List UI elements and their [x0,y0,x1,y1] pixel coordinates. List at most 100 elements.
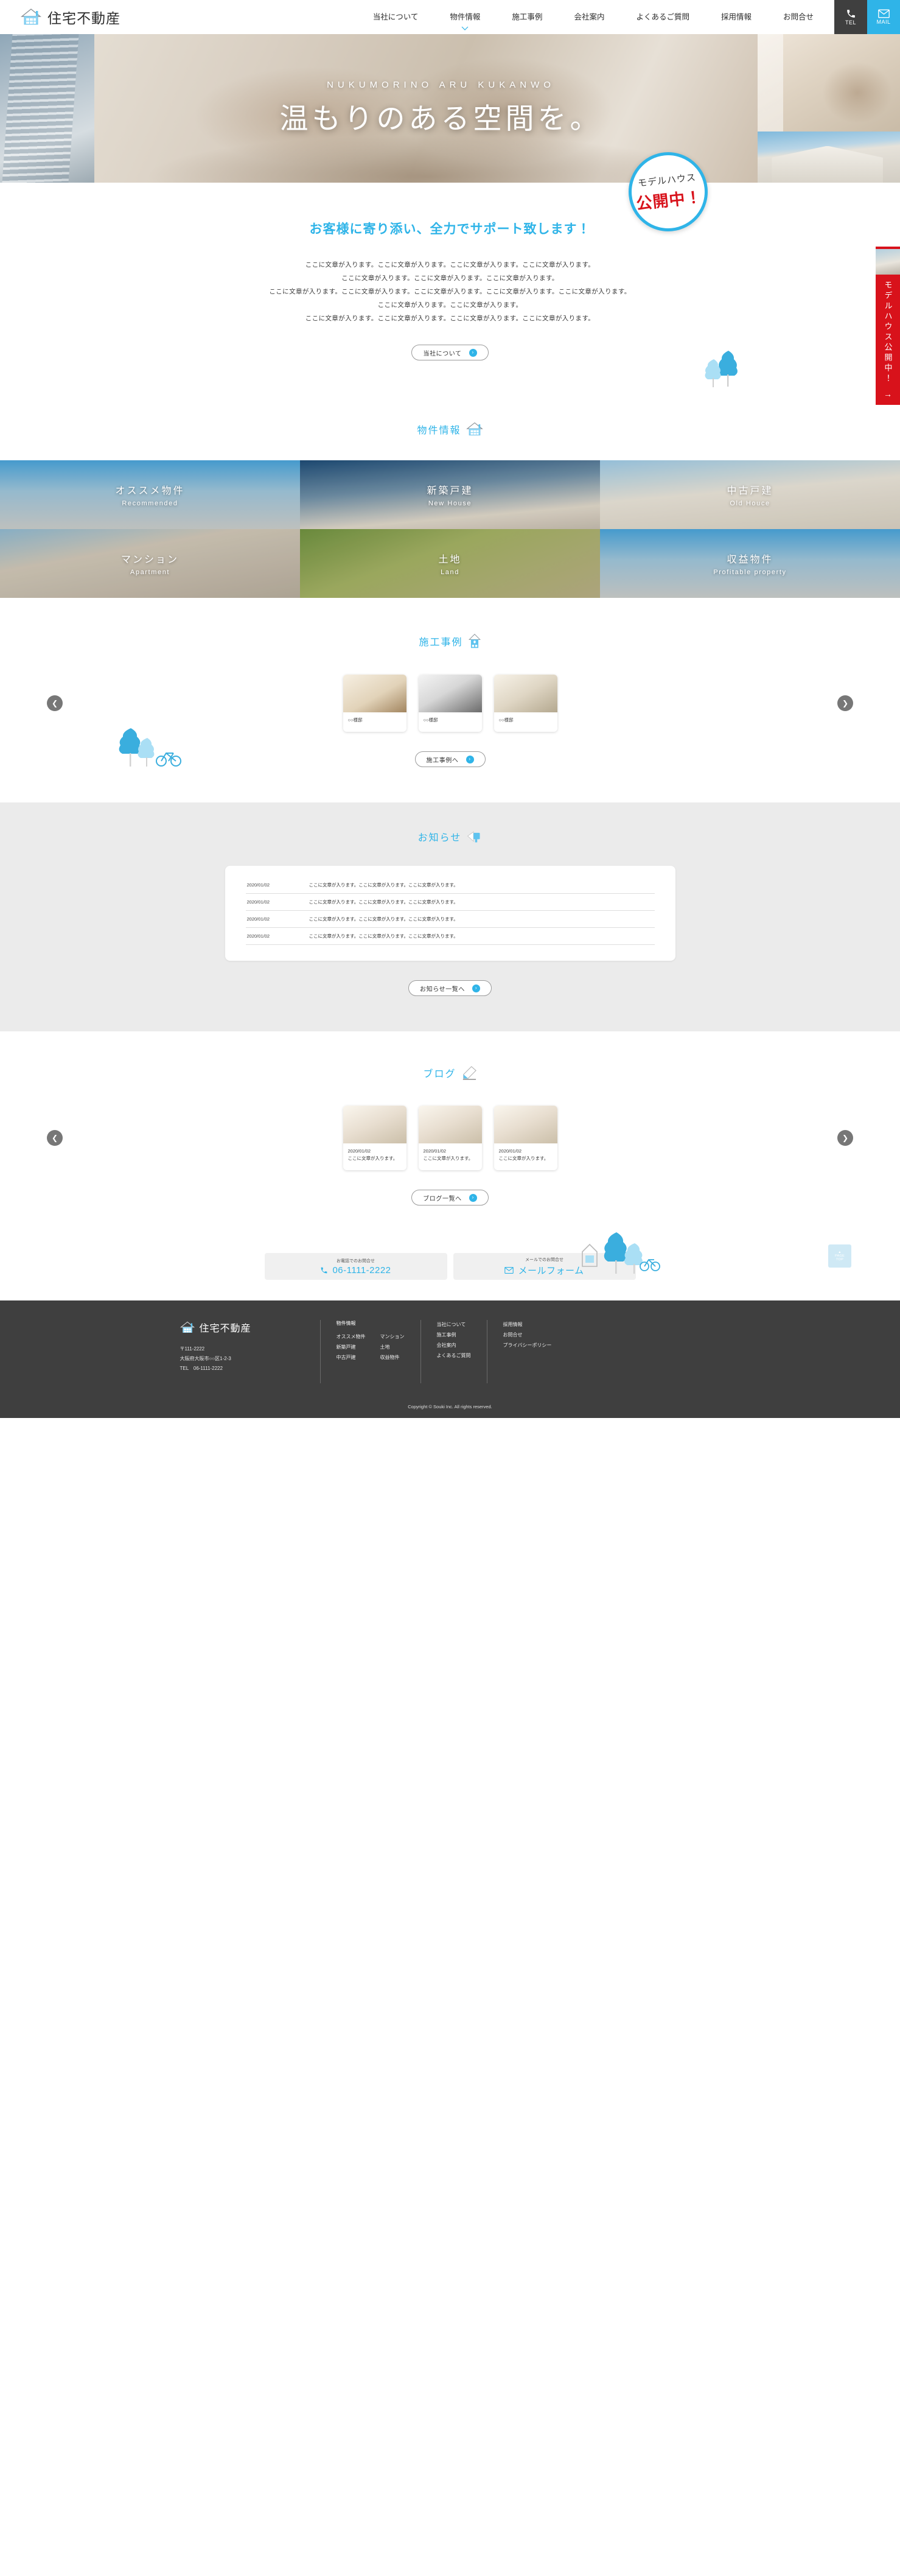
work-card[interactable]: ○○様邸 [418,675,482,732]
property-tile-en: Recommended [122,500,178,508]
footer-brand-name: 住宅不動産 [199,1324,251,1335]
property-tile-en: Old Houce [730,500,770,508]
property-tile-profitable[interactable]: 収益物件 Profitable property [600,529,900,598]
footer-link[interactable]: 施工事例 [437,1330,471,1341]
brand-logo-link[interactable]: 住宅不動産 [0,0,183,34]
nav-item-about[interactable]: 当社について [357,0,434,34]
blog-card[interactable]: 2020/01/02 ここに文章が入ります。 [418,1106,482,1171]
intro-paragraph: ここに文章が入ります。ここに文章が入ります。 [377,301,523,309]
works-heading: 施工事例 [0,633,900,649]
footer-link[interactable]: 収益物件 [380,1353,405,1363]
news-row[interactable]: 2020/01/02 ここに文章が入ります。ここに文章が入ります。ここに文章が入… [245,894,655,911]
page-top-button[interactable]: ▲ PAGE TOP [828,1244,851,1268]
chevron-right-icon: › [469,1193,477,1202]
footer-brand[interactable]: 住宅不動産 [180,1320,304,1335]
footer-link[interactable]: 会社案内 [437,1341,471,1351]
nav-item-company[interactable]: 会社案内 [558,0,620,34]
footer-address: 大阪府大阪市○○区1-2-3 [180,1356,231,1362]
news-date: 2020/01/02 [246,899,270,905]
chevron-right-icon: › [466,755,474,763]
hero-section: NUKUMORINO ARU KUKANWO 温もりのある空間を。 [0,34,900,183]
news-row[interactable]: 2020/01/02 ここに文章が入ります。ここに文章が入ります。ここに文章が入… [245,911,655,928]
footer-link[interactable]: よくあるご質問 [437,1351,471,1361]
house-tall-icon [468,634,481,648]
works-more-button[interactable]: 施工事例へ › [414,751,486,768]
footer-link[interactable]: 新築戸建 [337,1342,366,1353]
blog-card-body: 2020/01/02 ここに文章が入ります。 [343,1143,406,1170]
chevron-right-icon: › [472,984,480,992]
works-carousel: ❮ ○○様邸 ○○様邸 ○○様邸 ❯ [0,675,900,732]
about-us-button-label: 当社について [423,350,462,357]
intro-section: お客様に寄り添い、全力でサポート致します！ ここに文章が入ります。ここに文章が入… [0,183,900,392]
contact-tel-box[interactable]: お電話でのお問合せ 06-1111-2222 [264,1253,447,1280]
phone-icon [321,1267,327,1274]
property-tile-jp: 土地 [438,555,462,566]
news-text: ここに文章が入ります。ここに文章が入ります。ここに文章が入ります。 [309,933,458,939]
footer-link[interactable]: プライバシーポリシー [503,1341,552,1351]
footer-misc-column: 採用情報 お問合せ プライバシーポリシー [486,1320,568,1384]
work-card-caption: ○○様邸 [347,717,363,723]
property-tile-recommended[interactable]: オススメ物件 Recommended [0,460,300,530]
property-tile-old-house[interactable]: 中古戸建 Old Houce [600,460,900,530]
news-row[interactable]: 2020/01/02 ここに文章が入ります。ここに文章が入ります。ここに文章が入… [245,928,655,946]
about-us-button[interactable]: 当社について › [411,345,489,361]
footer-link[interactable]: 当社について [437,1320,471,1330]
footer-link[interactable]: お問合せ [503,1330,552,1341]
property-tile-en: Land [441,569,459,577]
blog-card[interactable]: 2020/01/02 ここに文章が入ります。 [343,1106,406,1171]
nav-item-properties[interactable]: 物件情報 [434,0,496,34]
property-tile-en: Apartment [130,569,170,577]
properties-heading: 物件情報 [0,421,900,437]
intro-paragraph: ここに文章が入ります。ここに文章が入ります。ここに文章が入ります。 [341,275,559,283]
news-more-button[interactable]: お知らせ一覧へ › [408,980,492,997]
blog-next-arrow[interactable]: ❯ [837,1130,853,1146]
footer-link[interactable]: マンション [380,1332,405,1342]
nav-item-works[interactable]: 施工事例 [496,0,558,34]
hero-image-building [0,34,94,183]
blog-card-text: ここに文章が入ります。 [423,1156,473,1162]
phone-icon [846,10,855,18]
side-banner-model-house[interactable]: モデルハウス公開中！ → [876,247,900,405]
footer-link[interactable]: 採用情報 [503,1320,552,1330]
news-text: ここに文章が入ります。ここに文章が入ります。ここに文章が入ります。 [309,899,458,905]
contact-tel-value-row: 06-1111-2222 [320,1265,391,1276]
footer-properties-links: オススメ物件 新築戸建 中古戸建 マンション 土地 収益物件 [337,1332,405,1363]
works-prev-arrow[interactable]: ❮ [47,695,63,712]
property-tile-jp: 新築戸建 [427,486,473,497]
nav-item-recruit[interactable]: 採用情報 [705,0,767,34]
nav-item-contact[interactable]: お問合せ [767,0,829,34]
news-more-button-label: お知らせ一覧へ [420,986,465,993]
blog-card-thumbnail [343,1106,406,1144]
mail-icon [504,1266,514,1274]
header-mail-button[interactable]: MAIL [867,0,900,34]
news-section: お知らせ 2020/01/02 ここに文章が入ります。ここに文章が入ります。ここ… [0,802,900,1032]
work-card[interactable]: ○○様邸 [343,675,406,732]
header-mail-label: MAIL [876,19,891,25]
footer-company-column: 住宅不動産 〒111-2222 大阪府大阪市○○区1-2-3 TEL 06-11… [176,1320,320,1374]
blog-card-body: 2020/01/02 ここに文章が入ります。 [494,1143,557,1170]
header-tel-button[interactable]: TEL [834,0,867,34]
property-tile-en: New House [428,500,472,508]
work-card-thumbnail [418,675,482,713]
footer-properties-right-list: マンション 土地 収益物件 [380,1332,405,1363]
blog-more-button[interactable]: ブログ一覧へ › [411,1190,489,1206]
property-tile-land[interactable]: 土地 Land [300,529,600,598]
works-section: 施工事例 ❮ ○○様邸 ○○様邸 ○○様邸 ❯ 施工事例へ › [0,598,900,768]
property-tile-new-house[interactable]: 新築戸建 New House [300,460,600,530]
nav-item-faq[interactable]: よくあるご質問 [620,0,705,34]
blog-prev-arrow[interactable]: ❮ [47,1130,63,1146]
intro-paragraph: ここに文章が入ります。ここに文章が入ります。ここに文章が入ります。ここに文章が入… [269,288,631,296]
property-tile-apartment[interactable]: マンション Apartment [0,529,300,598]
intro-paragraph: ここに文章が入ります。ここに文章が入ります。ここに文章が入ります。ここに文章が入… [305,261,595,268]
news-text: ここに文章が入ります。ここに文章が入ります。ここに文章が入ります。 [309,882,458,888]
footer-link[interactable]: 中古戸建 [337,1353,366,1363]
intro-body: ここに文章が入ります。ここに文章が入ります。ここに文章が入ります。ここに文章が入… [0,258,900,325]
blog-card[interactable]: 2020/01/02 ここに文章が入ります。 [494,1106,557,1171]
works-next-arrow[interactable]: ❯ [837,695,853,712]
footer-link[interactable]: 土地 [380,1342,405,1353]
footer-link[interactable]: オススメ物件 [337,1332,366,1342]
blog-card-text: ここに文章が入ります。 [347,1156,398,1162]
news-row[interactable]: 2020/01/02 ここに文章が入ります。ここに文章が入ります。ここに文章が入… [245,877,655,894]
mail-icon [877,9,890,18]
work-card[interactable]: ○○様邸 [494,675,557,732]
